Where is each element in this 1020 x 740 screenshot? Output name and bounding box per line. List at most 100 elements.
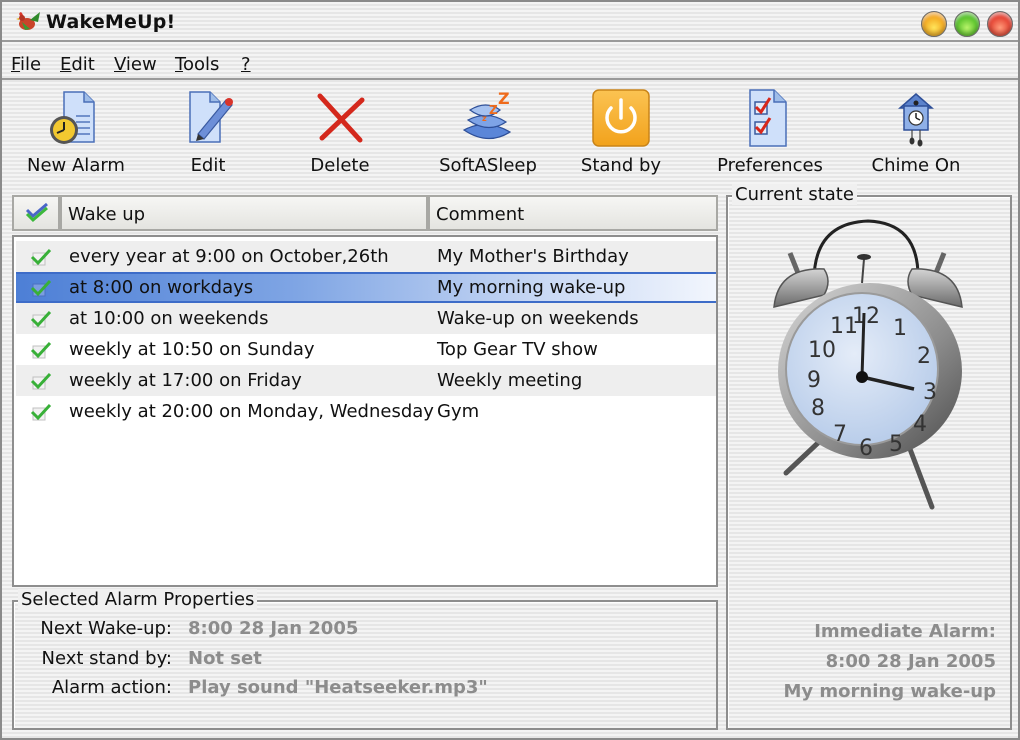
next-wakeup-label: Next Wake-up: (40, 618, 172, 639)
alarm-wakeup-text: weekly at 20:00 on Monday, Wednesday (69, 401, 434, 422)
checkbox-checked-icon[interactable] (30, 247, 52, 267)
toolbar: New Alarm Edit Delete Z Z z SoftASleep S… (2, 82, 1018, 186)
sleep-icon: Z Z z (462, 89, 512, 140)
menu-help[interactable]: ? (241, 54, 251, 75)
edit-button[interactable]: Edit (172, 86, 244, 182)
menu-view-rest: iew (125, 54, 157, 75)
svg-text:Z: Z (498, 89, 510, 108)
window-title: WakeMeUp! (46, 11, 176, 33)
preferences-button[interactable]: Preferences (712, 86, 828, 182)
column-header-check[interactable] (12, 195, 60, 231)
numeral-10: 10 (808, 338, 836, 363)
svg-text:Z: Z (489, 103, 498, 117)
numeral-3: 3 (923, 380, 937, 405)
menu-tools-accel: T (175, 54, 183, 75)
column-header-wakeup-label: Wake up (68, 204, 146, 225)
menu-tools-rest: ools (182, 54, 220, 75)
edit-label: Edit (190, 155, 226, 176)
alarm-row-selected[interactable]: at 8:00 on workdays My morning wake-up (16, 272, 716, 303)
menu-edit[interactable]: Edit (60, 54, 95, 75)
cuckoo-clock-icon (898, 93, 934, 147)
column-header-wakeup[interactable]: Wake up (60, 195, 428, 231)
numeral-9: 9 (807, 368, 821, 393)
alarm-row[interactable]: at 10:00 on weekends Wake-up on weekends (16, 303, 716, 334)
immediate-alarm-comment: My morning wake-up (783, 681, 996, 702)
numeral-8: 8 (811, 396, 825, 421)
menu-view-accel: V (114, 54, 126, 75)
minimize-button[interactable] (921, 11, 947, 37)
numeral-5: 5 (889, 432, 903, 457)
menu-edit-rest: dit (71, 54, 95, 75)
new-alarm-icon (50, 91, 95, 144)
power-icon (592, 89, 650, 147)
alarm-comment-text: My Mother's Birthday (437, 246, 629, 267)
properties-title: Selected Alarm Properties (18, 589, 258, 610)
new-alarm-button[interactable]: New Alarm (24, 86, 128, 182)
alarm-row[interactable]: weekly at 10:50 on Sunday Top Gear TV sh… (16, 334, 716, 365)
softasleep-label: SoftASleep (439, 155, 537, 176)
checkbox-checked-icon[interactable] (30, 278, 52, 298)
alarm-wakeup-text: weekly at 10:50 on Sunday (69, 339, 315, 360)
standby-label: Stand by (580, 155, 662, 176)
alarm-row[interactable]: weekly at 20:00 on Monday, Wednesday Gym (16, 396, 716, 427)
rooster-icon (16, 12, 40, 30)
softasleep-button[interactable]: Z Z z SoftASleep (434, 86, 542, 182)
numeral-11: 11 (830, 314, 858, 339)
menu-view[interactable]: View (114, 54, 157, 75)
check-all-icon (25, 202, 48, 223)
delete-button[interactable]: Delete (300, 86, 380, 182)
alarm-action-value: Play sound "Heatseeker.mp3" (188, 677, 488, 698)
alarm-wakeup-text: weekly at 17:00 on Friday (69, 370, 302, 391)
menu-help-label: ? (241, 54, 251, 75)
alarm-comment-text: My morning wake-up (437, 277, 626, 298)
edit-icon (189, 91, 233, 143)
delete-label: Delete (310, 155, 370, 176)
immediate-alarm-time: 8:00 28 Jan 2005 (825, 651, 996, 672)
title-bar[interactable]: WakeMeUp! (2, 2, 1018, 42)
next-standby-label: Next stand by: (41, 648, 172, 669)
chime-button[interactable]: Chime On (868, 86, 964, 182)
numeral-4: 4 (913, 412, 927, 437)
menu-tools[interactable]: Tools (175, 54, 219, 75)
alarm-comment-text: Wake-up on weekends (437, 308, 639, 329)
close-button[interactable] (987, 11, 1013, 37)
chime-label: Chime On (871, 155, 961, 176)
checkbox-checked-icon[interactable] (30, 402, 52, 422)
immediate-alarm-label: Immediate Alarm: (814, 621, 996, 642)
standby-button[interactable]: Stand by (576, 86, 666, 182)
menu-edit-accel: E (60, 54, 72, 75)
current-state-panel: Current state 12 1 2 3 4 5 6 7 8 9 10 11… (726, 184, 1012, 730)
checkbox-checked-icon[interactable] (30, 371, 52, 391)
alarm-comment-text: Weekly meeting (437, 370, 583, 391)
menu-file[interactable]: File (11, 54, 41, 75)
numeral-2: 2 (917, 344, 931, 369)
menu-file-accel: F (11, 54, 21, 75)
delete-icon (317, 93, 365, 143)
maximize-button[interactable] (954, 11, 980, 37)
minute-hand (860, 312, 866, 378)
alarm-comment-text: Gym (437, 401, 480, 422)
checkbox-checked-icon[interactable] (30, 340, 52, 360)
alarm-row[interactable]: weekly at 17:00 on Friday Weekly meeting (16, 365, 716, 396)
numeral-7: 7 (833, 422, 847, 447)
alarm-wakeup-text: at 10:00 on weekends (69, 308, 269, 329)
menu-file-rest: ile (20, 54, 42, 75)
checkbox-checked-icon[interactable] (30, 309, 52, 329)
current-state-title: Current state (732, 184, 857, 205)
menu-bar: File Edit View Tools ? (2, 44, 1018, 80)
svg-text:z: z (482, 114, 487, 123)
alarm-wakeup-text: every year at 9:00 on October,26th (69, 246, 389, 267)
numeral-1: 1 (893, 316, 907, 341)
preferences-icon (749, 89, 787, 147)
next-wakeup-value: 8:00 28 Jan 2005 (188, 618, 359, 639)
alarm-clock-icon: 12 1 2 3 4 5 6 7 8 9 10 11 (773, 219, 963, 510)
column-header-comment[interactable]: Comment (428, 195, 718, 231)
alarm-row[interactable]: every year at 9:00 on October,26th My Mo… (16, 241, 716, 272)
column-header-comment-label: Comment (436, 204, 525, 225)
alarm-comment-text: Top Gear TV show (437, 339, 598, 360)
alarm-list[interactable]: every year at 9:00 on October,26th My Mo… (12, 235, 718, 587)
preferences-label: Preferences (717, 155, 823, 176)
alarm-action-label: Alarm action: (51, 677, 172, 698)
next-standby-value: Not set (188, 648, 262, 669)
numeral-6: 6 (859, 436, 873, 461)
